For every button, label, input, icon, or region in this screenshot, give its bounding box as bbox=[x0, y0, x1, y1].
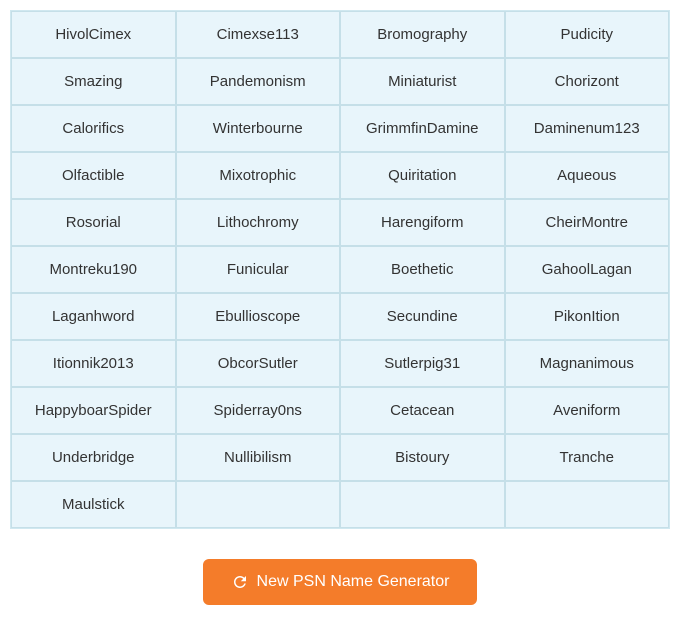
grid-cell: Lithochromy bbox=[176, 199, 341, 246]
grid-cell: Ebullioscope bbox=[176, 293, 341, 340]
grid-cell: Smazing bbox=[11, 58, 176, 105]
grid-cell: Chorizont bbox=[505, 58, 670, 105]
grid-cell: Miniaturist bbox=[340, 58, 505, 105]
grid-cell: HivolCimex bbox=[11, 11, 176, 58]
grid-cell: Secundine bbox=[340, 293, 505, 340]
grid-cell: Winterbourne bbox=[176, 105, 341, 152]
grid-cell: Funicular bbox=[176, 246, 341, 293]
grid-cell: Sutlerpig31 bbox=[340, 340, 505, 387]
grid-cell bbox=[176, 481, 341, 528]
grid-cell: Quiritation bbox=[340, 152, 505, 199]
button-container: New PSN Name Generator bbox=[203, 559, 478, 605]
refresh-icon bbox=[231, 573, 249, 591]
grid-cell: Magnanimous bbox=[505, 340, 670, 387]
grid-cell: HappyboarSpider bbox=[11, 387, 176, 434]
grid-cell: PikonItion bbox=[505, 293, 670, 340]
grid-cell: Montreku190 bbox=[11, 246, 176, 293]
grid-cell: ObcorSutler bbox=[176, 340, 341, 387]
names-grid: HivolCimexCimexse113BromographyPudicity S… bbox=[10, 10, 670, 529]
generate-button[interactable]: New PSN Name Generator bbox=[203, 559, 478, 605]
grid-cell: Pandemonism bbox=[176, 58, 341, 105]
grid-cell: GahoolLagan bbox=[505, 246, 670, 293]
grid-cell: Mixotrophic bbox=[176, 152, 341, 199]
grid-cell: Bistoury bbox=[340, 434, 505, 481]
grid-cell: Spiderray0ns bbox=[176, 387, 341, 434]
grid-cell bbox=[505, 481, 670, 528]
grid-cell: Rosorial bbox=[11, 199, 176, 246]
grid-cell: Itionnik2013 bbox=[11, 340, 176, 387]
grid-cell bbox=[340, 481, 505, 528]
grid-cell: Maulstick bbox=[11, 481, 176, 528]
grid-cell: Cetacean bbox=[340, 387, 505, 434]
grid-cell: CheirMontre bbox=[505, 199, 670, 246]
generate-button-label: New PSN Name Generator bbox=[257, 573, 450, 591]
grid-cell: Daminenum123 bbox=[505, 105, 670, 152]
grid-cell: Harengiform bbox=[340, 199, 505, 246]
grid-cell: Bromography bbox=[340, 11, 505, 58]
grid-cell: Aveniform bbox=[505, 387, 670, 434]
grid-cell: Nullibilism bbox=[176, 434, 341, 481]
grid-cell: Tranche bbox=[505, 434, 670, 481]
grid-cell: Underbridge bbox=[11, 434, 176, 481]
grid-cell: Aqueous bbox=[505, 152, 670, 199]
grid-cell: Cimexse113 bbox=[176, 11, 341, 58]
grid-cell: Pudicity bbox=[505, 11, 670, 58]
grid-cell: Boethetic bbox=[340, 246, 505, 293]
grid-cell: GrimmfinDamine bbox=[340, 105, 505, 152]
grid-cell: Calorifics bbox=[11, 105, 176, 152]
grid-cell: Laganhword bbox=[11, 293, 176, 340]
grid-cell: Olfactible bbox=[11, 152, 176, 199]
